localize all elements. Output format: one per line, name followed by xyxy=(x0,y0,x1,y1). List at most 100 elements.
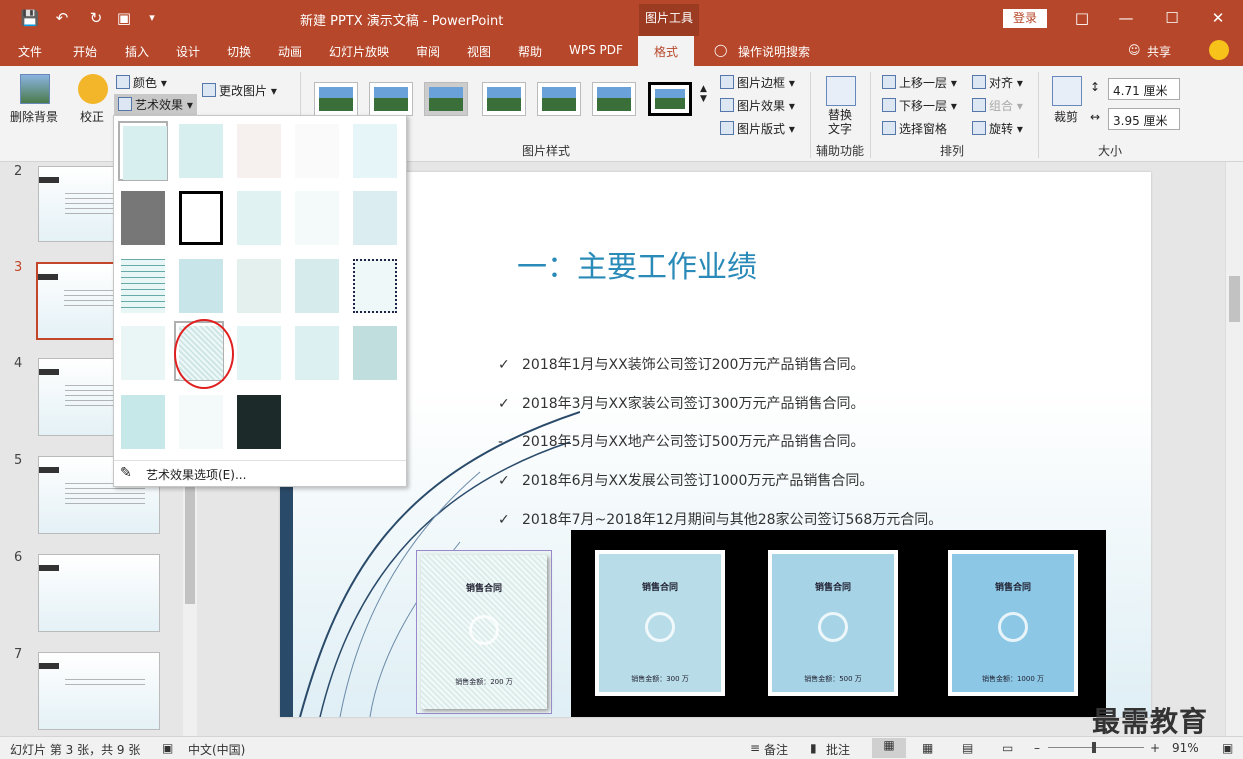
crop-button[interactable]: 裁剪 xyxy=(1054,108,1078,125)
tab-transitions[interactable]: 切换 xyxy=(227,43,251,60)
minimize-icon[interactable]: — xyxy=(1106,6,1146,30)
slide-scrollbar[interactable] xyxy=(1225,162,1243,736)
undo-icon[interactable]: ↶ xyxy=(50,8,74,28)
art-effect-marker[interactable] xyxy=(176,121,226,181)
picture-style-2[interactable] xyxy=(369,82,413,116)
remove-background-button[interactable]: 删除背景 xyxy=(10,108,58,125)
picture-style-6[interactable] xyxy=(592,82,636,116)
art-effect-none[interactable] xyxy=(118,121,168,181)
art-effect-watercolor[interactable] xyxy=(118,188,168,248)
correct-button[interactable]: 校正 xyxy=(80,108,104,125)
art-effect-film-grain[interactable] xyxy=(234,256,284,316)
slide-heading[interactable]: 一：主要工作业绩 xyxy=(517,242,757,286)
art-effect-line-drawing[interactable] xyxy=(292,121,342,181)
picture-layout-button[interactable]: 图片版式 ▾ xyxy=(720,120,795,137)
art-effect-glow-edges[interactable] xyxy=(234,392,284,452)
slide-thumbnail-7[interactable] xyxy=(38,652,160,730)
art-effect-blur[interactable] xyxy=(350,188,400,248)
art-effect-cement[interactable] xyxy=(118,392,168,452)
slide-canvas[interactable]: 一：主要工作业绩 ✓ 2018年1月与XX装饰公司签订200万元产品销售合同。 ✓… xyxy=(280,172,1151,717)
art-effects-options[interactable]: ✎ 艺术效果选项(E)... xyxy=(114,460,406,488)
tab-animations[interactable]: 动画 xyxy=(278,43,302,60)
color-button[interactable]: 颜色 ▾ xyxy=(116,74,167,91)
crop-icon[interactable] xyxy=(1052,76,1082,106)
picture-style-1[interactable] xyxy=(314,82,358,116)
tab-format[interactable]: 格式 xyxy=(638,36,695,66)
slide-thumbnail-6[interactable] xyxy=(38,554,160,632)
send-backward-button[interactable]: 下移一层 ▾ xyxy=(882,97,957,114)
picture-style-7[interactable] xyxy=(648,82,692,116)
align-button[interactable]: 对齐 ▾ xyxy=(972,74,1023,91)
customize-toolbar-icon[interactable]: ▾ xyxy=(140,8,164,28)
ribbon-display-icon[interactable]: □ xyxy=(1062,6,1102,30)
reading-view-icon[interactable]: ▤ xyxy=(962,741,973,755)
tab-review[interactable]: 审阅 xyxy=(416,43,440,60)
tab-slideshow[interactable]: 幻灯片放映 xyxy=(329,43,389,60)
maximize-icon[interactable]: ☐ xyxy=(1152,6,1192,30)
present-icon[interactable]: ▣ xyxy=(112,8,136,28)
correct-icon[interactable] xyxy=(78,74,108,104)
comments-button[interactable]: 批注 xyxy=(826,741,850,758)
art-effect-light-screen[interactable] xyxy=(118,256,168,316)
tab-design[interactable]: 设计 xyxy=(176,43,200,60)
picture-style-3[interactable] xyxy=(424,82,468,116)
tab-help[interactable]: 帮助 xyxy=(518,43,542,60)
tab-home[interactable]: 开始 xyxy=(73,43,97,60)
smiley-icon[interactable] xyxy=(1209,40,1229,60)
art-effect-pencil-gray[interactable] xyxy=(234,121,284,181)
zoom-level[interactable]: 91% xyxy=(1172,741,1199,755)
art-effect-pastels[interactable] xyxy=(292,323,342,383)
normal-view-icon[interactable]: ▦ xyxy=(872,738,906,758)
tab-insert[interactable]: 插入 xyxy=(125,43,149,60)
art-effect-paint-strokes[interactable] xyxy=(176,188,226,248)
bring-forward-button[interactable]: 上移一层 ▾ xyxy=(882,74,957,91)
art-effect-glow-diffused[interactable] xyxy=(292,188,342,248)
group-objects-button[interactable]: 组合 ▾ xyxy=(972,97,1023,114)
login-button[interactable]: 登录 xyxy=(1003,9,1047,28)
zoom-slider[interactable] xyxy=(1048,747,1144,748)
redo-icon[interactable]: ↻ xyxy=(84,8,108,28)
width-input[interactable]: 3.95 厘米 xyxy=(1108,108,1180,130)
picture-style-4[interactable] xyxy=(482,82,526,116)
tab-file[interactable]: 文件 xyxy=(18,43,42,60)
contract-image-2[interactable]: 销售合同 销售金额：300 万 xyxy=(592,547,728,699)
art-effect-plastic-wrap[interactable] xyxy=(176,256,226,316)
bullet-item[interactable]: -2018年5月与XX地产公司签订500万元产品销售合同。 xyxy=(498,431,864,451)
zoom-slider-handle[interactable] xyxy=(1092,742,1096,753)
slideshow-view-icon[interactable]: ▭ xyxy=(1002,741,1013,755)
selection-pane-button[interactable]: 选择窗格 xyxy=(882,120,947,137)
alt-text-button[interactable]: 替换文字 xyxy=(828,108,856,136)
art-effect-photocopy[interactable] xyxy=(292,256,342,316)
art-effect-cutout[interactable] xyxy=(234,323,284,383)
contract-image-1[interactable]: 销售合同 销售金额：200 万 xyxy=(416,550,552,714)
contract-image-3[interactable]: 销售合同 销售金额：500 万 xyxy=(765,547,901,699)
share-button[interactable]: 共享 xyxy=(1147,43,1171,60)
art-effect-glass[interactable] xyxy=(350,323,400,383)
alt-text-icon[interactable] xyxy=(826,76,856,106)
bullet-item[interactable]: ✓ 2018年7月~2018年12月期间与其他28家公司签订568万元合同。 xyxy=(498,509,942,529)
art-effect-glow-edges-light[interactable] xyxy=(176,392,226,452)
language-indicator[interactable]: 中文(中国) xyxy=(188,741,245,758)
contract-image-4[interactable]: 销售合同 销售金额：1000 万 xyxy=(945,547,1081,699)
close-icon[interactable]: ✕ xyxy=(1198,6,1238,30)
picture-effects-button[interactable]: 图片效果 ▾ xyxy=(720,97,795,114)
styles-scroll-icon[interactable]: ▲ ▼ xyxy=(700,84,707,104)
save-icon[interactable]: 💾 xyxy=(18,8,42,28)
tell-me-search[interactable]: 操作说明搜索 xyxy=(738,43,810,60)
bullet-item[interactable]: ✓ 2018年3月与XX家装公司签订300万元产品销售合同。 xyxy=(498,393,864,413)
art-effect-crisscross[interactable] xyxy=(118,323,168,383)
zoom-in-icon[interactable]: + xyxy=(1150,741,1160,755)
bullet-item[interactable]: ✓ 2018年6月与XX发展公司签订1000万元产品销售合同。 xyxy=(498,470,873,490)
change-picture-button[interactable]: 更改图片 ▾ xyxy=(202,82,277,99)
slide-sorter-icon[interactable]: ▦ xyxy=(922,741,933,755)
height-input[interactable]: 4.71 厘米 xyxy=(1108,78,1180,100)
tab-view[interactable]: 视图 xyxy=(467,43,491,60)
remove-background-icon[interactable] xyxy=(20,74,50,104)
picture-style-5[interactable] xyxy=(537,82,581,116)
zoom-out-icon[interactable]: – xyxy=(1034,741,1040,755)
spellcheck-icon[interactable]: ▣ xyxy=(162,741,173,755)
art-effects-button[interactable]: 艺术效果 ▾ xyxy=(114,94,197,115)
notes-button[interactable]: 备注 xyxy=(764,741,788,758)
fit-to-window-icon[interactable]: ▣ xyxy=(1222,741,1233,755)
art-effect-paint-brush[interactable] xyxy=(234,188,284,248)
